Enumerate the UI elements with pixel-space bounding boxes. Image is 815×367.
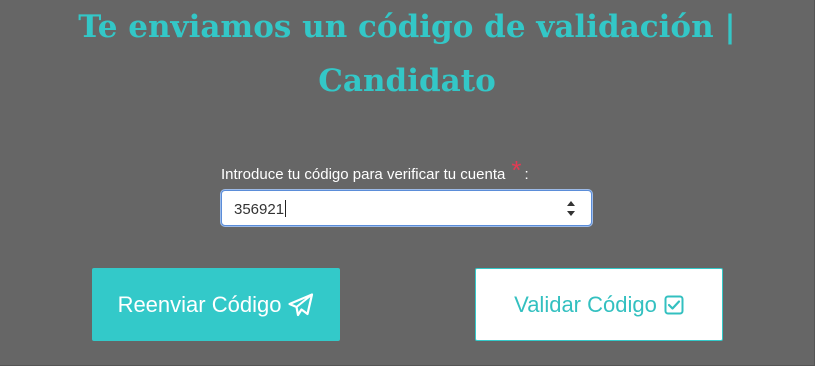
resend-code-label: Reenviar Código [117,291,282,317]
check-square-icon [664,295,684,314]
page-title: Te enviamos un código de validación | Ca… [0,0,814,108]
spinner-up-arrow-icon[interactable] [567,201,575,206]
text-caret [285,200,287,217]
code-value-text: 356921 [234,201,285,218]
code-field-label: Introduce tu código para verificar tu cu… [221,155,529,186]
number-spinner[interactable] [567,199,577,219]
validate-code-button[interactable]: Validar Código [475,268,723,341]
paper-plane-icon [288,292,314,316]
validate-code-label: Validar Código [514,291,657,317]
label-colon: : [524,166,529,183]
page-title-line-2: Candidato [318,63,496,99]
code-input[interactable]: 356921 [221,190,592,226]
resend-code-button[interactable]: Reenviar Código [92,268,340,341]
spinner-down-arrow-icon[interactable] [567,211,575,216]
page-title-line-1: Te enviamos un código de validación | [78,9,736,45]
code-input-value: 356921 [234,200,287,218]
required-marker: * [511,155,522,185]
code-label-text: Introduce tu código para verificar tu cu… [221,166,506,183]
validation-panel: Te enviamos un código de validación | Ca… [0,0,815,366]
